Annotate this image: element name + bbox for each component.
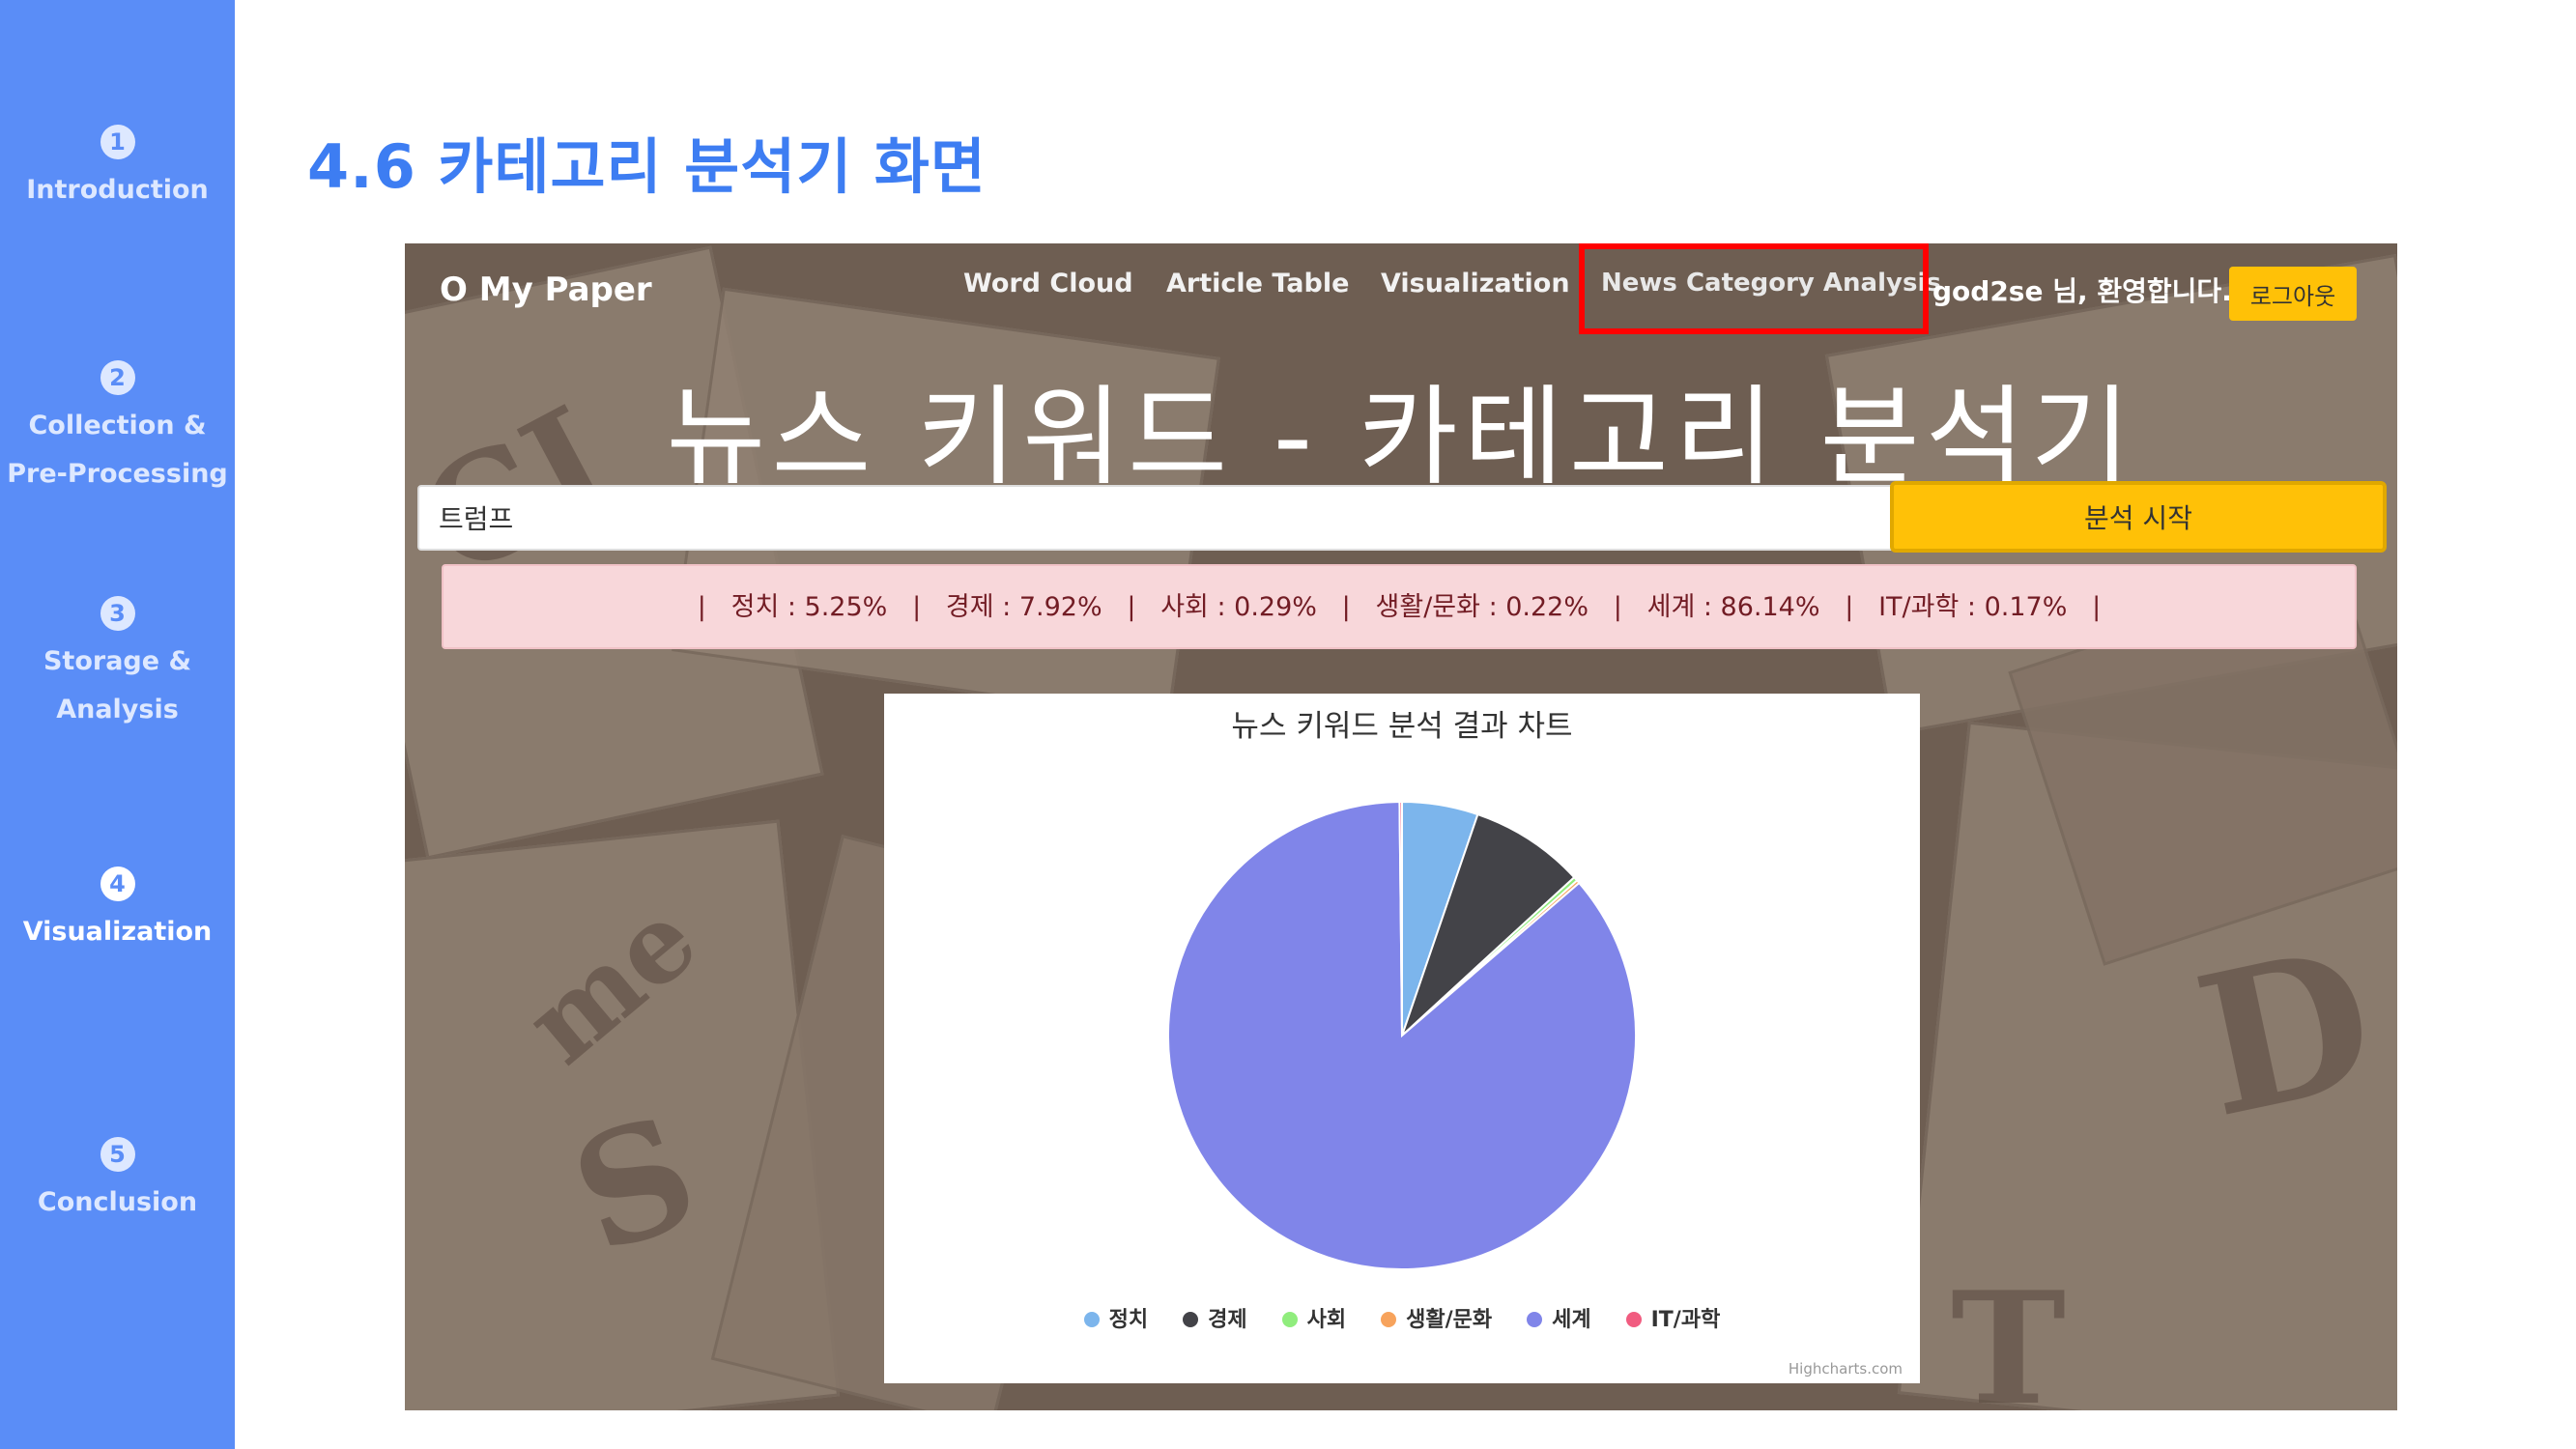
legend-item-경제[interactable]: 경제 [1183, 1302, 1247, 1333]
legend-marker [1281, 1312, 1298, 1327]
pie-chart [1167, 800, 1637, 1270]
legend-item-IT-과학[interactable]: IT/과학 [1625, 1302, 1721, 1333]
sidebar-item-visualization: 4 Visualization [0, 860, 235, 956]
legend-item-사회[interactable]: 사회 [1281, 1302, 1347, 1333]
sidebar-item-label: Analysis [56, 695, 179, 724]
legend-label: 경제 [1208, 1308, 1247, 1332]
welcome-message: god2se 님, 환영합니다. [1932, 275, 2232, 307]
slide-title: 4.6 카테고리 분석기 화면 [307, 131, 987, 202]
chart-legend: 정치 경제 사회 생활/문화 세계 IT/과학 [884, 1302, 1920, 1333]
legend-item-생활-문화[interactable]: 생활/문화 [1381, 1302, 1492, 1333]
section-number-badge: 5 [100, 1137, 135, 1172]
chart-title: 뉴스 키워드 분석 결과 차트 [1231, 709, 1573, 744]
sidebar-item-label: Pre-Processing [7, 459, 228, 489]
analysis-result-alert: | 정치 : 5.25% | 경제 : 7.92% | 사회 : 0.29% |… [442, 564, 2357, 649]
legend-item-세계[interactable]: 세계 [1527, 1302, 1591, 1333]
keyword-search-input[interactable] [417, 485, 1903, 551]
sidebar-item-conclusion: 5 Conclusion [0, 1130, 235, 1227]
section-number-badge: 2 [100, 360, 135, 395]
highlight-annotation-box [1579, 243, 1929, 334]
start-analysis-button[interactable]: 분석 시작 [1890, 481, 2387, 553]
sidebar-item-label: Visualization [22, 917, 213, 947]
legend-label: 생활/문화 [1406, 1308, 1493, 1332]
result-text: | 정치 : 5.25% | 경제 : 7.92% | 사회 : 0.29% |… [697, 592, 2102, 622]
legend-label: IT/과학 [1650, 1308, 1721, 1332]
sidebar-item-label: Collection & [28, 411, 207, 440]
pie-chart-card: 뉴스 키워드 분석 결과 차트 정치 경제 사회 생활/문화 세계 IT/과학 Highc… [884, 694, 1920, 1383]
legend-marker [1183, 1312, 1199, 1327]
app-brand-logo[interactable]: O My Paper [440, 270, 652, 309]
slide-sidebar: 1 Introduction 2 Collection & Pre-Proces… [0, 0, 235, 1449]
nav-article-table[interactable]: Article Table [1166, 269, 1349, 298]
legend-marker [1083, 1312, 1100, 1327]
sidebar-item-collection: 2 Collection & Pre-Processing [0, 354, 235, 498]
sidebar-item-label: Introduction [26, 175, 209, 205]
section-number-badge: 1 [100, 125, 135, 159]
legend-label: 사회 [1306, 1308, 1347, 1332]
section-number-badge: 3 [100, 596, 135, 631]
sidebar-item-label: Storage & [43, 646, 192, 676]
nav-word-cloud[interactable]: Word Cloud [963, 269, 1133, 298]
chart-credits[interactable]: Highcharts.com [1789, 1360, 1903, 1378]
sidebar-item-storage: 3 Storage & Analysis [0, 589, 235, 734]
legend-marker [1527, 1312, 1543, 1327]
legend-label: 세계 [1552, 1308, 1591, 1332]
nav-visualization[interactable]: Visualization [1381, 269, 1570, 298]
legend-label: 정치 [1108, 1308, 1149, 1332]
sidebar-item-label: Conclusion [37, 1187, 198, 1217]
legend-marker [1625, 1312, 1642, 1327]
logout-button[interactable]: 로그아웃 [2229, 267, 2357, 321]
app-screenshot: CI me S D T O My Paper Word Cloud Articl… [405, 243, 2397, 1410]
sidebar-item-introduction: 1 Introduction [0, 118, 235, 214]
legend-marker [1381, 1312, 1397, 1327]
legend-item-정치[interactable]: 정치 [1083, 1302, 1149, 1333]
section-number-badge: 4 [100, 867, 135, 901]
